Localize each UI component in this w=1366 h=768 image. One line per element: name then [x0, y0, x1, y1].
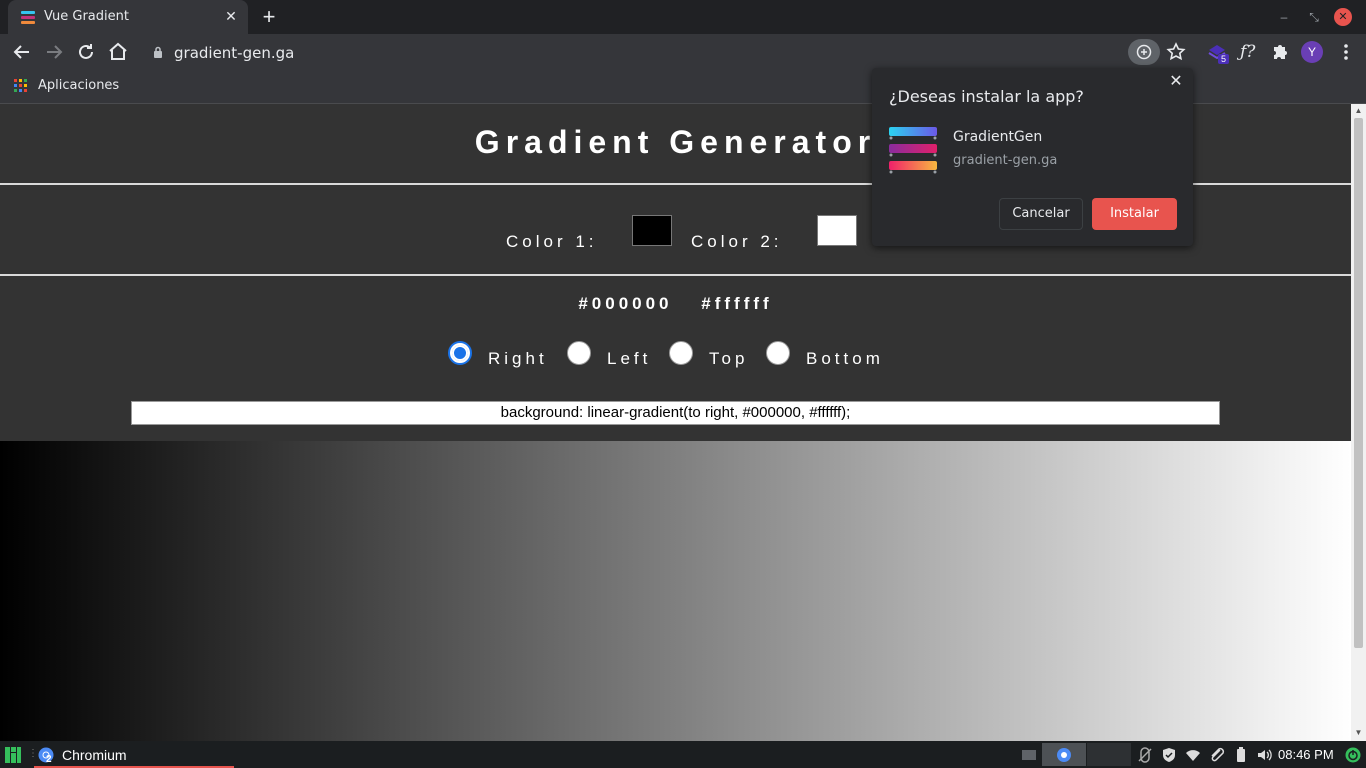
lock-icon[interactable] [152, 46, 164, 58]
function-extension-icon[interactable]: ƒ? [1240, 42, 1255, 62]
profile-avatar[interactable]: Y [1301, 41, 1323, 63]
extensions-puzzle-icon[interactable] [1268, 40, 1292, 64]
divider-middle [0, 274, 1351, 276]
gradient-preview [0, 441, 1351, 741]
css-output-field[interactable]: background: linear-gradient(to right, #0… [131, 401, 1220, 425]
bookmark-star-icon[interactable] [1164, 40, 1188, 64]
radio-top[interactable] [669, 341, 693, 365]
install-app-dialog: ¿Deseas instalar la app? ✕ GradientGen g… [872, 68, 1193, 246]
radio-left[interactable] [567, 341, 591, 365]
install-dialog-title: ¿Deseas instalar la app? [889, 87, 1084, 106]
forward-arrow-icon[interactable] [42, 40, 66, 64]
color2-picker[interactable] [817, 215, 857, 246]
gradientgen-app-icon [889, 127, 937, 174]
workspace-chromium-icon [1057, 748, 1071, 762]
install-button[interactable]: Instalar [1092, 198, 1177, 230]
taskbar-separator: ⋮ [28, 748, 38, 759]
color1-picker[interactable] [632, 215, 672, 246]
taskbar-chromium-button[interactable]: 2 Chromium [34, 741, 234, 768]
restore-button[interactable]: ⤡ [1304, 7, 1324, 27]
os-taskbar: ⋮ 2 Chromium 08:46 PM [0, 741, 1366, 768]
radio-left-label: Left [607, 349, 652, 368]
window-close-button[interactable]: ✕ [1334, 8, 1352, 26]
cancel-button[interactable]: Cancelar [999, 198, 1083, 230]
hex-values: #000000 #ffffff [0, 294, 1351, 314]
battery-icon[interactable] [1233, 747, 1249, 763]
radio-top-label: Top [709, 349, 749, 368]
hex2-value: #ffffff [701, 294, 773, 313]
clock: 08:46 PM [1278, 747, 1334, 762]
color1-label: Color 1: [506, 232, 598, 251]
wifi-icon[interactable] [1185, 747, 1201, 763]
reload-icon[interactable] [74, 40, 98, 64]
home-icon[interactable] [106, 40, 130, 64]
gradient-app-favicon-icon [21, 11, 35, 24]
back-arrow-icon[interactable] [10, 40, 34, 64]
extension-badge: 5 [1218, 54, 1230, 64]
clipboard-icon[interactable] [1209, 747, 1225, 763]
scroll-down-icon[interactable]: ▼ [1354, 728, 1363, 738]
apps-bookmark-label[interactable]: Aplicaciones [38, 78, 119, 93]
minimize-button[interactable]: – [1274, 7, 1294, 27]
power-icon[interactable] [1345, 747, 1361, 763]
radio-bottom[interactable] [766, 341, 790, 365]
apps-grid-icon[interactable] [14, 79, 28, 93]
app-url: gradient-gen.ga [953, 153, 1058, 168]
radio-right-label: Right [488, 349, 548, 368]
radio-right[interactable] [448, 341, 472, 365]
scroll-up-icon[interactable]: ▲ [1354, 106, 1363, 116]
page-scrollbar[interactable]: ▲ ▼ [1351, 104, 1366, 741]
hex1-value: #000000 [578, 294, 673, 313]
window-count-badge: 2 [46, 754, 52, 765]
tab-close-icon[interactable]: ✕ [222, 7, 240, 25]
scrollbar-thumb[interactable] [1354, 118, 1363, 648]
workspace-1[interactable] [1042, 743, 1086, 766]
tab-title: Vue Gradient [44, 9, 129, 24]
mouse-icon[interactable] [1137, 747, 1153, 763]
taskbar-app-label: Chromium [62, 747, 127, 763]
tab-strip: Vue Gradient ✕ + – ⤡ ✕ [0, 0, 1366, 34]
new-tab-button[interactable]: + [258, 6, 280, 28]
url-text[interactable]: gradient-gen.ga [174, 44, 294, 62]
more-menu-icon[interactable] [1334, 40, 1358, 64]
volume-icon[interactable] [1256, 747, 1272, 763]
shield-icon[interactable] [1161, 747, 1177, 763]
tab-vue-gradient[interactable]: Vue Gradient ✕ [8, 0, 248, 34]
install-app-button[interactable] [1128, 39, 1160, 65]
dialog-close-icon[interactable]: ✕ [1168, 74, 1184, 90]
workspace-icon[interactable] [1021, 747, 1037, 763]
color2-label: Color 2: [691, 232, 783, 251]
radio-bottom-label: Bottom [806, 349, 884, 368]
app-name: GradientGen [953, 129, 1043, 145]
browser-toolbar: gradient-gen.ga 5 ƒ? Y [0, 34, 1366, 70]
address-bar[interactable]: gradient-gen.ga [140, 37, 1164, 67]
manjaro-menu-icon[interactable] [5, 747, 21, 763]
install-plus-icon [1136, 44, 1152, 60]
workspace-2[interactable] [1087, 743, 1131, 766]
